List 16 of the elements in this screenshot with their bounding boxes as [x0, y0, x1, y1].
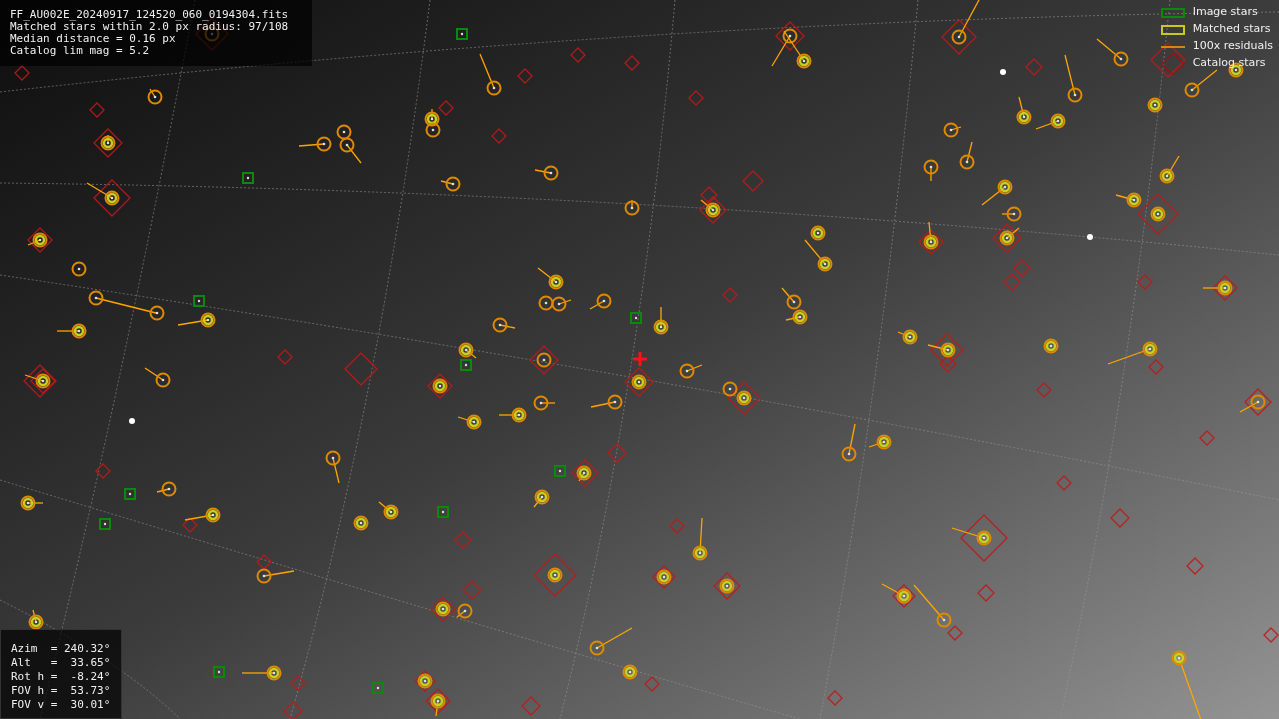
- square-outline-icon: [1160, 24, 1185, 35]
- line-icon: [1160, 45, 1185, 48]
- pointing-line: FOV h = 53.73°: [11, 684, 111, 698]
- pointing-line: Azim = 240.32°: [11, 642, 111, 656]
- info-line: Catalog lim mag = 5.2: [10, 45, 151, 57]
- pointing-line: FOV v = 30.01°: [11, 698, 111, 712]
- info-line: Matched stars within 2.0 px radius: 97/108: [10, 21, 290, 33]
- legend-label: 100x residuals: [1192, 38, 1273, 55]
- legend-label: Catalog stars: [1192, 55, 1266, 72]
- info-line: Median distance = 0.16 px: [10, 33, 177, 45]
- pointing-line: Rot h = -8.24°: [11, 670, 111, 684]
- square-outline-icon: [1160, 7, 1185, 18]
- info-line: FF_AU002E_20240917_124520_060_0194304.fits: [10, 9, 290, 21]
- legend-label: Image stars: [1192, 4, 1258, 21]
- legend-label: Matched stars: [1192, 21, 1271, 38]
- pointing-line: Alt = 33.65°: [11, 656, 111, 670]
